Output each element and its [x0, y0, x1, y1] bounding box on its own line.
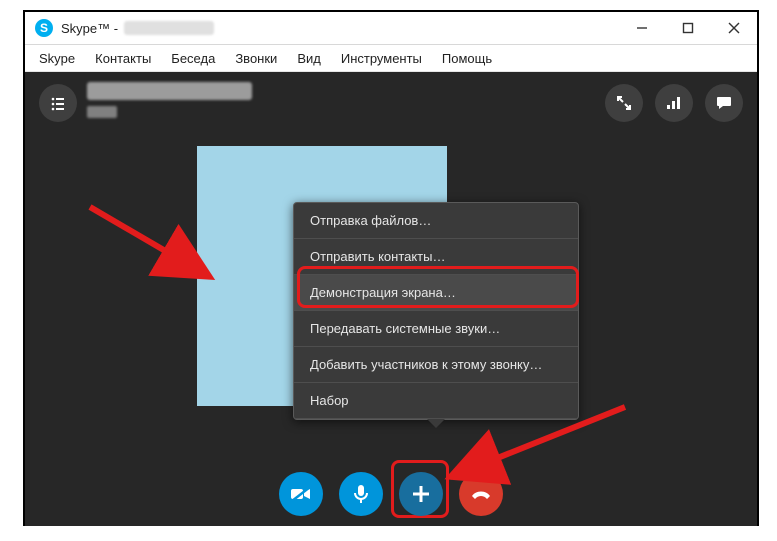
call-quality-button[interactable]	[655, 84, 693, 122]
call-controls	[25, 472, 757, 516]
fullscreen-button[interactable]	[605, 84, 643, 122]
camera-button[interactable]	[279, 472, 323, 516]
window-title: Skype™ -	[61, 21, 118, 36]
mic-button[interactable]	[339, 472, 383, 516]
popup-dialpad[interactable]: Набор	[294, 383, 578, 419]
menu-tools[interactable]: Инструменты	[333, 49, 430, 68]
close-button[interactable]	[711, 12, 757, 44]
window-title-redacted	[124, 21, 214, 35]
mic-icon	[354, 484, 368, 504]
call-header	[25, 80, 757, 130]
contact-name-redacted	[87, 82, 252, 100]
skype-logo-icon: S	[35, 19, 53, 37]
call-time-redacted	[87, 106, 117, 118]
add-menu-popup: Отправка файлов… Отправить контакты… Дем…	[293, 202, 579, 420]
menu-conversation[interactable]: Беседа	[163, 49, 223, 68]
add-button[interactable]	[399, 472, 443, 516]
camera-off-icon	[290, 486, 312, 502]
hangup-icon	[470, 488, 492, 500]
maximize-button[interactable]	[665, 12, 711, 44]
plus-icon	[412, 485, 430, 503]
chat-icon	[716, 96, 732, 110]
call-area: Отправка файлов… Отправить контакты… Дем…	[25, 72, 757, 526]
popup-add-participants[interactable]: Добавить участников к этому звонку…	[294, 347, 578, 383]
menu-calls[interactable]: Звонки	[227, 49, 285, 68]
menu-contacts[interactable]: Контакты	[87, 49, 159, 68]
chat-button[interactable]	[705, 84, 743, 122]
quality-icon	[666, 96, 682, 110]
popup-share-screen[interactable]: Демонстрация экрана…	[294, 275, 578, 311]
menubar: Skype Контакты Беседа Звонки Вид Инструм…	[25, 45, 757, 72]
participants-icon	[50, 95, 66, 111]
titlebar: S Skype™ -	[25, 12, 757, 45]
fullscreen-icon	[617, 96, 631, 110]
popup-send-contacts[interactable]: Отправить контакты…	[294, 239, 578, 275]
popup-system-sounds[interactable]: Передавать системные звуки…	[294, 311, 578, 347]
hangup-button[interactable]	[459, 472, 503, 516]
menu-view[interactable]: Вид	[289, 49, 329, 68]
app-window: S Skype™ - Skype Контакты Беседа Звонки …	[23, 10, 759, 526]
participants-button[interactable]	[39, 84, 77, 122]
menu-skype[interactable]: Skype	[31, 49, 83, 68]
contact-name	[87, 82, 252, 118]
menu-help[interactable]: Помощь	[434, 49, 500, 68]
popup-send-files[interactable]: Отправка файлов…	[294, 203, 578, 239]
popup-tail	[427, 419, 445, 428]
minimize-button[interactable]	[619, 12, 665, 44]
